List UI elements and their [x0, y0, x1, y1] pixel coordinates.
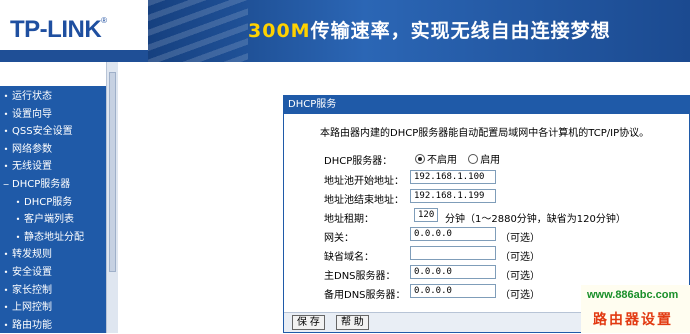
sidebar-scrollbar[interactable]: [106, 62, 118, 333]
help-button[interactable]: 帮 助: [336, 315, 369, 330]
sidebar-item-label: 设置向导: [12, 108, 52, 120]
sidebar-item[interactable]: • 家长控制: [0, 282, 106, 299]
sidebar-item-label: DHCP服务器: [12, 179, 71, 190]
secondary-dns-input[interactable]: 0.0.0.0: [410, 284, 496, 298]
bullet-icon: •: [3, 285, 9, 295]
bullet-icon: •: [15, 197, 21, 207]
lease-time-input[interactable]: 120: [414, 208, 438, 222]
sidebar-item[interactable]: • 静态地址分配: [0, 229, 106, 246]
bullet-icon: •: [3, 250, 9, 260]
lease-time-unit: 分钟（1～2880分钟，缺省为120分钟）: [445, 214, 626, 225]
header-banner: TP-LINK® 300M传输速率，实现无线自由连接梦想: [0, 0, 690, 62]
sidebar-item-label: QSS安全设置: [12, 126, 73, 138]
scrollbar-thumb[interactable]: [109, 72, 116, 272]
sidebar-item-label: 安全设置: [12, 267, 52, 278]
gateway-label: 网关：: [324, 233, 354, 244]
secondary-dns-optional: （可选）: [500, 290, 540, 301]
bullet-icon: •: [3, 303, 9, 313]
banner-slogan: 300M传输速率，实现无线自由连接梦想: [248, 20, 611, 42]
sidebar-item[interactable]: • 网络参数: [0, 141, 106, 158]
gateway-input[interactable]: 0.0.0.0: [410, 227, 496, 241]
bullet-icon: •: [3, 162, 9, 172]
secondary-dns-label: 备用DNS服务器：: [324, 290, 406, 301]
sidebar-item-label: 上网控制: [12, 302, 52, 314]
bullet-icon: •: [3, 127, 9, 137]
bullet-icon: •: [3, 268, 9, 277]
lease-time-label: 地址租期：: [324, 214, 374, 225]
dhcp-server-label: DHCP服务器：: [324, 156, 393, 167]
bullet-icon: •: [3, 144, 9, 154]
sidebar-item[interactable]: • DHCP服务: [0, 194, 106, 211]
dhcp-off-radio[interactable]: [415, 154, 425, 164]
sidebar-item-label: 网络参数: [12, 143, 52, 155]
sidebar-item[interactable]: − DHCP服务器: [0, 176, 106, 193]
sidebar-item[interactable]: • 上网控制: [0, 299, 106, 316]
end-address-label: 地址池结束地址：: [324, 195, 404, 206]
bullet-icon: •: [3, 320, 9, 330]
sidebar-item-label: 转发规则: [12, 249, 52, 261]
primary-dns-optional: （可选）: [500, 271, 540, 282]
panel-description: 本路由器内建的DHCP服务器能自动配置局域网中各计算机的TCP/IP协议。: [320, 128, 650, 139]
tp-link-logo: TP-LINK®: [10, 16, 107, 43]
watermark-url: www.886abc.com: [587, 289, 679, 301]
bullet-icon: •: [15, 232, 21, 242]
sidebar-item-label: 无线设置: [12, 161, 52, 173]
dhcp-server-radio-group: 不启用 启用: [415, 151, 508, 166]
dhcp-on-radio[interactable]: [468, 154, 479, 164]
sidebar-item-label: 客户端列表: [24, 214, 74, 226]
start-address-input[interactable]: 192.168.1.100: [410, 170, 496, 184]
sidebar-item[interactable]: • 安全设置: [0, 264, 106, 281]
dhcp-on-option[interactable]: 启用: [468, 151, 500, 166]
start-address-label: 地址池开始地址：: [324, 176, 404, 187]
sidebar-item-label: 静态地址分配: [24, 231, 84, 243]
sidebar-item-label: 路由功能: [12, 319, 52, 331]
sidebar-item-label: 运行状态: [12, 91, 52, 102]
gateway-optional: （可选）: [500, 233, 540, 244]
sidebar-item[interactable]: • 路由功能: [0, 317, 106, 334]
site-watermark: www.886abc.com 路由器设置: [581, 285, 690, 333]
end-address-input[interactable]: 192.168.1.199: [410, 189, 496, 203]
domain-optional: （可选）: [500, 252, 540, 263]
sidebar-item[interactable]: • 转发规则: [0, 246, 106, 263]
sidebar-item[interactable]: • 运行状态: [0, 88, 106, 105]
bullet-icon: •: [3, 109, 9, 119]
bullet-icon: •: [15, 215, 21, 225]
save-button[interactable]: 保 存: [292, 315, 325, 330]
sidebar-item-label: DHCP服务: [24, 196, 73, 208]
default-domain-label: 缺省域名：: [324, 252, 374, 263]
primary-dns-input[interactable]: 0.0.0.0: [410, 265, 496, 279]
sidebar-item[interactable]: • 客户端列表: [0, 211, 106, 228]
bullet-icon: •: [3, 92, 9, 101]
sidebar-item[interactable]: • QSS安全设置: [0, 123, 106, 140]
sidebar-item[interactable]: • 设置向导: [0, 106, 106, 123]
panel-title: DHCP服务: [284, 96, 689, 114]
bullet-icon: −: [2, 180, 10, 189]
sidebar-menu: • 运行状态 • 设置向导 • QSS安全设置 • 网络参数 • 无线设置 − DHCP服务器 • DHC…: [0, 86, 106, 333]
watermark-name: 路由器设置: [593, 312, 673, 328]
primary-dns-label: 主DNS服务器：: [324, 271, 396, 282]
sidebar-item-label: 家长控制: [12, 284, 52, 296]
default-domain-input[interactable]: [410, 246, 496, 260]
logo-area: TP-LINK®: [0, 0, 148, 62]
sidebar-item[interactable]: • 无线设置: [0, 158, 106, 175]
dhcp-off-option[interactable]: 不启用: [415, 151, 457, 166]
